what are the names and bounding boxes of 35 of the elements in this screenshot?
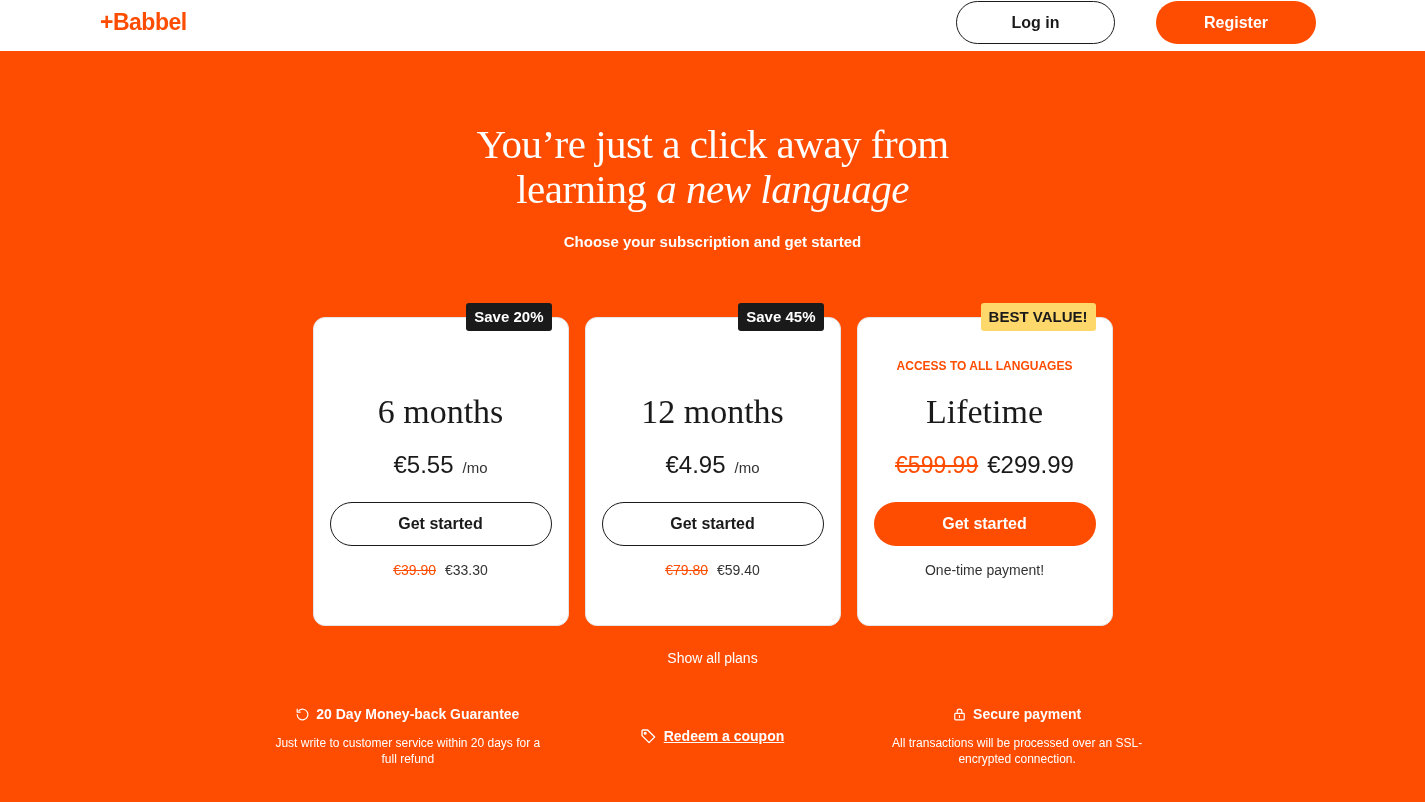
feature-title: Secure payment: [973, 705, 1082, 723]
get-started-button[interactable]: Get started: [329, 502, 552, 546]
payment-note: One-time payment!: [924, 560, 1045, 580]
register-button[interactable]: Register: [1156, 1, 1316, 44]
plan-price: €5.55: [393, 450, 454, 480]
price-unit: /mo: [734, 458, 760, 478]
plan-badge: Save 20%: [466, 303, 552, 331]
original-total: €39.90: [393, 560, 436, 580]
total-price: €33.30: [445, 560, 488, 580]
plan-name: 12 months: [641, 392, 784, 432]
price-unit: /mo: [462, 458, 488, 478]
hero-subtitle: Choose your subscription and get started: [563, 232, 862, 252]
feature-title: 20 Day Money-back Guarantee: [316, 705, 520, 723]
refresh-icon: [296, 707, 310, 721]
feature-description: Just write to customer service within 20 days for a full refund: [274, 735, 542, 767]
login-button[interactable]: Log in: [956, 1, 1115, 44]
plan-price: €299.99: [987, 450, 1074, 480]
redeem-coupon-link[interactable]: Redeem a coupon: [663, 725, 785, 747]
tag-icon: [640, 728, 656, 744]
plan-badge: Save 45%: [738, 303, 824, 331]
plan-badge: BEST VALUE!: [980, 303, 1096, 331]
babbel-logo[interactable]: +Babbel: [100, 5, 187, 40]
get-started-button[interactable]: Get started: [873, 502, 1096, 546]
plan-eyebrow: ACCESS TO ALL LANGUAGES: [896, 358, 1073, 375]
original-total: €79.80: [665, 560, 708, 580]
show-all-plans-link[interactable]: Show all plans: [667, 648, 758, 668]
get-started-button[interactable]: Get started: [601, 502, 824, 546]
plan-name: 6 months: [377, 392, 504, 432]
total-price: €59.40: [717, 560, 760, 580]
lock-icon: [953, 707, 967, 721]
plan-price: €4.95: [665, 450, 726, 480]
feature-description: All transactions will be processed over an SSL-encrypted connection.: [891, 735, 1144, 767]
hero-heading: You’re just a click away from learning a new language: [475, 122, 950, 212]
old-price: €599.99: [895, 451, 979, 480]
plan-name: Lifetime: [925, 392, 1044, 432]
